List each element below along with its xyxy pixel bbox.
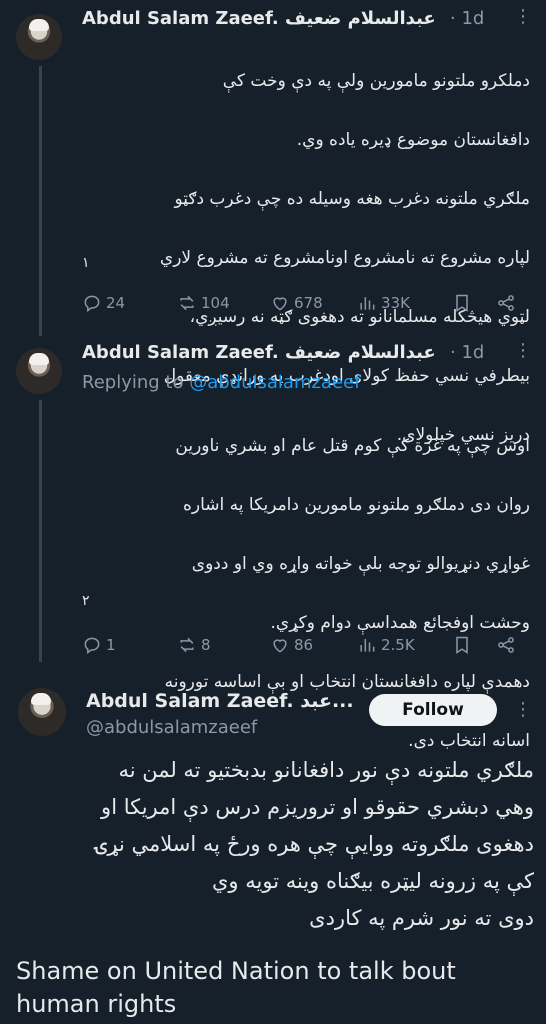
tweet-line: وهي دبشري حقوقو او تروریزم درس دې امریکا… (101, 795, 534, 819)
bookmark-icon (456, 636, 468, 654)
bookmark-button[interactable] (452, 293, 472, 313)
retweet-count: 104 (201, 294, 230, 312)
reply-icon (84, 637, 100, 654)
reply-icon (84, 295, 100, 312)
timestamp[interactable]: · 1d (450, 8, 484, 29)
thread-line (39, 400, 42, 662)
tweet-line: ملګري ملتونه دې نور دافغانانو بدبختیو ته… (118, 758, 534, 782)
view-count: 2.5K (381, 636, 415, 654)
reply-button[interactable]: 24 (82, 293, 125, 313)
replying-prefix: Replying to (82, 372, 184, 393)
share-icon (498, 637, 514, 653)
like-button[interactable]: 678 (270, 293, 323, 313)
share-icon (498, 295, 514, 311)
author-name[interactable]: Abdul Salam Zaeef. عبدالسلام ضعيف (82, 342, 436, 363)
replying-to: Replying to @abdulsalamzaeef (82, 372, 360, 393)
share-button[interactable] (496, 635, 516, 655)
views-icon (360, 297, 375, 310)
tweet-text: ملګري ملتونه دې نور دافغانانو بدبختیو ته… (16, 752, 534, 937)
more-options-icon[interactable]: ⋮ (514, 340, 532, 361)
tweet-line: کې په زرونه لیټره بیګناه وینه تویه وي (212, 869, 534, 893)
avatar[interactable] (18, 688, 66, 736)
author-handle[interactable]: @abdulsalamzaeef (86, 717, 257, 738)
retweet-icon (180, 637, 194, 653)
reply-button[interactable]: 1 (82, 635, 116, 655)
tweet-line: دملکرو ملتونو مامورین ولې په دې وخت کې (222, 70, 530, 91)
tweet-line: ملګري ملتونه دغرب هغه وسیله ده چې دغرب د… (174, 188, 530, 209)
more-options-icon[interactable]: ⋮ (514, 6, 532, 27)
thread-line (39, 66, 42, 336)
bookmark-icon (456, 294, 468, 312)
retweet-icon (180, 295, 194, 311)
timestamp[interactable]: · 1d (450, 342, 484, 363)
views-button[interactable]: 2.5K (357, 635, 415, 655)
follow-button[interactable]: Follow (369, 694, 497, 726)
tweet-line: غواړي دنړیوالو توجه بلې خواته واړه وي او… (191, 553, 530, 574)
avatar[interactable] (16, 348, 62, 394)
heart-icon (273, 639, 287, 653)
action-bar: 24 104 678 33K (82, 293, 522, 317)
thread-number: ۱ (82, 255, 90, 271)
retweet-button[interactable]: 8 (177, 635, 211, 655)
like-count: 86 (294, 636, 314, 654)
thread-number: ۲ (82, 593, 90, 609)
reply-count: 24 (106, 294, 126, 312)
share-button[interactable] (496, 293, 516, 313)
tweet-line: دهغوی ملګروته ووایې چې هره ورځ په اسلامي… (95, 832, 534, 856)
tweet-line: روان دی دملګرو ملتونو مامورین دامریکا په… (182, 494, 530, 515)
tweet-line: اوس چې په غزة کې کوم قتل عام او بشري ناو… (175, 435, 530, 456)
tweet-line: وحشت اوفجائع همداسې دوام وکړي. (270, 612, 530, 633)
retweet-count: 8 (201, 636, 211, 654)
more-options-icon[interactable]: ⋮ (514, 699, 532, 720)
tweet-line: دوی ته نور شرم په کاردی (309, 906, 534, 930)
views-icon (360, 639, 375, 652)
author-name[interactable]: Abdul Salam Zaeef. عبد... (86, 690, 354, 712)
view-count: 33K (381, 294, 410, 312)
like-count: 678 (294, 294, 323, 312)
reply-count: 1 (106, 636, 116, 654)
action-bar: 1 8 86 2.5K (82, 635, 522, 659)
author-name[interactable]: Abdul Salam Zaeef. عبدالسلام ضعيف (82, 8, 436, 29)
like-button[interactable]: 86 (270, 635, 313, 655)
tweet-line: دافغانستان موضوع ډیره یاده وي. (296, 129, 530, 150)
replying-handle-link[interactable]: @abdulsalamzaeef (189, 372, 360, 393)
avatar[interactable] (16, 14, 62, 60)
views-button[interactable]: 33K (357, 293, 410, 313)
tweet-line: لپاره مشروع ته نامشروع اونامشروع ته مشرو… (159, 247, 530, 268)
caption-text: Shame on United Nation to talk bout huma… (16, 957, 456, 1018)
heart-icon (273, 297, 287, 311)
retweet-button[interactable]: 104 (177, 293, 230, 313)
bookmark-button[interactable] (452, 635, 472, 655)
